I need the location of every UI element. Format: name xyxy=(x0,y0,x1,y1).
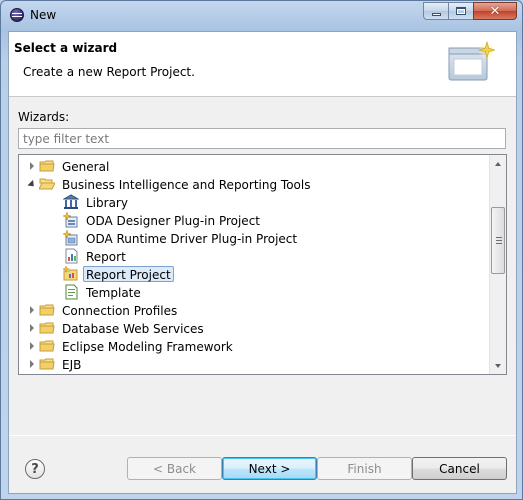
close-icon: ✕ xyxy=(489,3,501,19)
tree-item-label: Report Project xyxy=(83,266,174,282)
close-button[interactable]: ✕ xyxy=(473,2,517,20)
tree-item-label: Library xyxy=(86,196,128,210)
scroll-up-button[interactable] xyxy=(490,155,506,172)
tree-item-label: Connection Profiles xyxy=(62,304,178,318)
window-title: New xyxy=(30,8,57,22)
wizards-label: Wizards: xyxy=(18,110,70,124)
maximize-button[interactable] xyxy=(448,2,474,20)
help-button[interactable]: ? xyxy=(25,459,45,479)
expand-arrow-icon[interactable] xyxy=(25,306,39,314)
tree-item-label: Template xyxy=(86,286,141,300)
open-folder-icon xyxy=(39,178,55,190)
tree-item-label: Database Web Services xyxy=(62,322,204,336)
wizard-tree-body: General Business Intelligence and Report… xyxy=(19,155,489,374)
scroll-down-button[interactable] xyxy=(490,357,506,374)
tree-item-library[interactable]: Library xyxy=(63,193,131,211)
expand-arrow-icon[interactable] xyxy=(25,360,39,368)
expand-arrow-icon[interactable] xyxy=(25,162,39,170)
tree-item-ejb[interactable]: EJB xyxy=(25,355,84,373)
thumb-grip-icon xyxy=(496,237,502,238)
tree-item-general[interactable]: General xyxy=(25,157,112,175)
dialog-client-area: Select a wizard Create a new Report Proj… xyxy=(8,31,517,494)
next-button[interactable]: Next > xyxy=(222,457,317,480)
cancel-button[interactable]: Cancel xyxy=(412,457,507,480)
wizard-banner: Select a wizard Create a new Report Proj… xyxy=(9,32,516,97)
new-wizard-window: New ✕ Select a wizard Create a new Repor… xyxy=(0,0,523,500)
tree-item-report[interactable]: Report xyxy=(63,247,129,265)
tree-item-label: ODA Designer Plug-in Project xyxy=(86,214,260,228)
wizard-tree: General Business Intelligence and Report… xyxy=(18,154,507,375)
tree-item-oda-designer[interactable]: ODA Designer Plug-in Project xyxy=(63,211,263,229)
expand-arrow-icon[interactable] xyxy=(25,324,39,332)
plugin-icon xyxy=(63,230,78,246)
template-icon xyxy=(65,284,78,300)
minimize-icon xyxy=(431,12,441,16)
folder-icon xyxy=(39,160,55,172)
eclipse-icon xyxy=(10,8,24,22)
tree-item-database-web-services[interactable]: Database Web Services xyxy=(25,319,207,337)
folder-icon xyxy=(39,340,55,352)
report-icon xyxy=(65,248,78,264)
report-project-icon xyxy=(63,266,78,281)
banner-subtitle: Create a new Report Project. xyxy=(23,65,195,79)
tree-item-connection-profiles[interactable]: Connection Profiles xyxy=(25,301,180,319)
folder-icon xyxy=(39,358,55,370)
caption-buttons: ✕ xyxy=(423,2,517,20)
button-bar-separator xyxy=(9,435,516,436)
tree-vertical-scrollbar[interactable] xyxy=(489,155,506,374)
tree-item-label: Eclipse Modeling Framework xyxy=(62,340,233,354)
scroll-up-icon xyxy=(495,161,501,166)
finish-button[interactable]: Finish xyxy=(317,457,412,480)
tree-item-label: ODA Runtime Driver Plug-in Project xyxy=(86,232,298,246)
plugin-icon xyxy=(63,212,78,228)
tree-item-template[interactable]: Template xyxy=(63,283,144,301)
collapse-arrow-icon[interactable] xyxy=(25,179,39,189)
new-wizard-banner-icon xyxy=(448,40,495,81)
title-bar[interactable]: New ✕ xyxy=(1,1,522,31)
minimize-button[interactable] xyxy=(423,2,449,20)
tree-item-label: Business Intelligence and Reporting Tool… xyxy=(62,178,311,192)
banner-title: Select a wizard xyxy=(14,41,118,55)
folder-icon xyxy=(39,322,55,334)
tree-item-label: Report xyxy=(86,250,126,264)
filter-input[interactable] xyxy=(18,128,506,149)
tree-item-eclipse-modeling-framework[interactable]: Eclipse Modeling Framework xyxy=(25,337,236,355)
tree-item-oda-runtime[interactable]: ODA Runtime Driver Plug-in Project xyxy=(63,229,300,247)
folder-icon xyxy=(39,304,55,316)
library-icon xyxy=(63,194,79,209)
back-button[interactable]: < Back xyxy=(127,457,222,480)
expand-arrow-icon[interactable] xyxy=(25,342,39,350)
maximize-icon xyxy=(456,7,466,15)
tree-item-birt[interactable]: Business Intelligence and Reporting Tool… xyxy=(25,175,313,193)
scroll-down-icon xyxy=(495,363,501,368)
tree-item-label: General xyxy=(62,160,110,174)
tree-item-report-project[interactable]: Report Project xyxy=(63,265,174,283)
tree-item-label: EJB xyxy=(62,358,82,372)
thumb-grip-icon xyxy=(496,243,502,244)
scrollbar-thumb[interactable] xyxy=(491,207,505,274)
thumb-grip-icon xyxy=(496,240,502,241)
